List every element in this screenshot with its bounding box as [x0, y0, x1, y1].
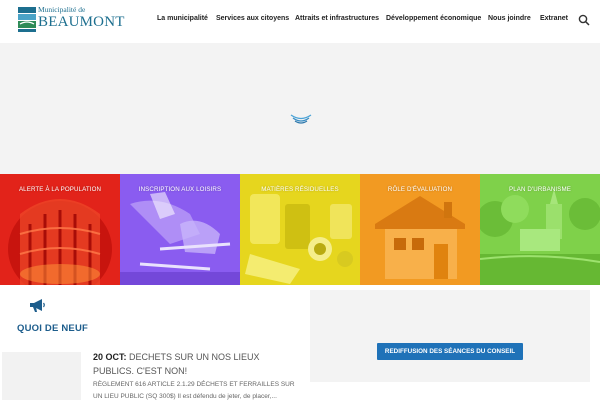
council-rebroadcast-button[interactable]: REDIFFUSION DES SÉANCES DU CONSEIL — [377, 343, 523, 360]
logo-subtitle: Municipalité de — [38, 5, 86, 14]
tile-alerte[interactable]: ALERTE À LA POPULATION — [0, 174, 120, 285]
megaphone-icon — [30, 299, 45, 312]
nav-item-services[interactable]: Services aux citoyens — [216, 15, 289, 22]
beaumont-emblem-icon — [18, 7, 36, 32]
council-panel — [310, 290, 590, 382]
news-headline-link[interactable]: 20 OCT: DECHETS SUR UN NOS LIEUX PUBLICS… — [93, 350, 303, 378]
news-date: 20 OCT: — [93, 352, 127, 362]
nav-item-extranet[interactable]: Extranet — [540, 15, 568, 22]
section-title-news: QUOI DE NEUF — [17, 323, 89, 334]
site-header: Municipalité de BEAUMONT La municipalité… — [0, 0, 600, 43]
tile-evaluation[interactable]: RÔLE D'ÉVALUATION — [360, 174, 480, 285]
news-excerpt: RÈGLEMENT 616 ARTICLE 2.1.29 DÉCHETS ET … — [93, 381, 295, 400]
beaumont-logo[interactable]: Municipalité de BEAUMONT — [16, 4, 124, 38]
tile-label: INSCRIPTION AUX LOISIRS — [138, 186, 222, 193]
tile-label: RÔLE D'ÉVALUATION — [387, 186, 453, 193]
nav-item-attraits[interactable]: Attraits et infrastructures — [295, 15, 379, 22]
tile-loisirs[interactable]: INSCRIPTION AUX LOISIRS — [120, 174, 240, 285]
nav-item-nous-joindre[interactable]: Nous joindre — [488, 15, 531, 22]
tile-matieres[interactable]: MATIÈRES RÉSIDUELLES — [240, 174, 360, 285]
tile-label: ALERTE À LA POPULATION — [18, 186, 102, 193]
search-icon[interactable] — [578, 14, 590, 26]
tile-label: PLAN D'URBANISME — [509, 186, 571, 193]
news-thumbnail[interactable] — [2, 352, 81, 400]
nav-item-municipalite[interactable]: La municipalité — [157, 15, 208, 22]
hero-slider — [0, 43, 600, 174]
nav-item-developpement[interactable]: Développement économique — [386, 15, 481, 22]
loading-spinner-icon — [290, 114, 312, 124]
tile-urbanisme[interactable]: PLAN D'URBANISME — [480, 174, 600, 285]
quick-links: ALERTE À LA POPULATION INSCRIPTION AUX L… — [0, 174, 600, 285]
logo-title: BEAUMONT — [38, 14, 125, 30]
tile-label: MATIÈRES RÉSIDUELLES — [261, 186, 339, 193]
